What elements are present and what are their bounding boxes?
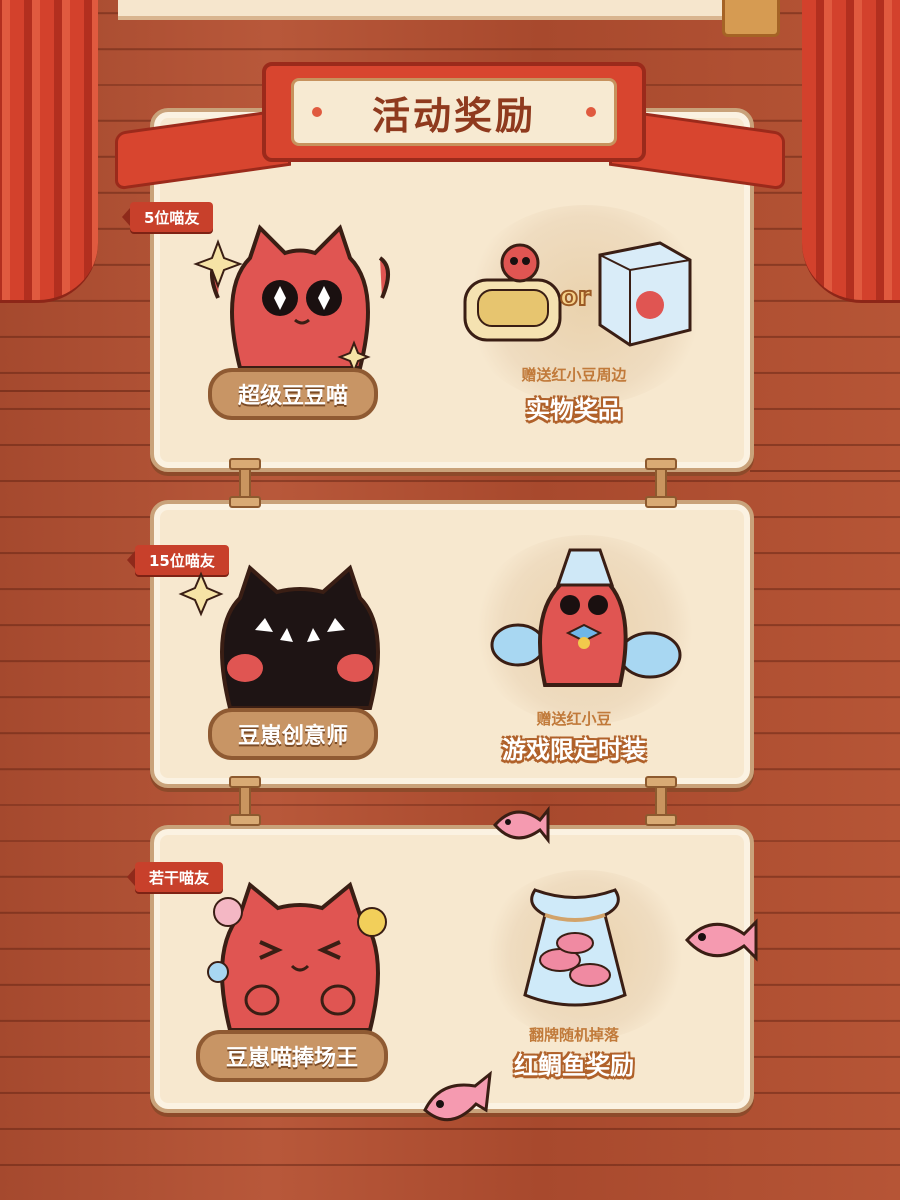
curtain-right: [802, 0, 900, 303]
character-label: 豆崽创意师: [208, 708, 379, 760]
panel-connector: [642, 458, 677, 508]
panel-connector: [226, 776, 261, 826]
creator-cat-illustration: [178, 564, 380, 710]
page-title: 活动奖励: [371, 93, 536, 138]
reward-title: 实物奖品: [526, 396, 622, 424]
crate-decoration: [722, 0, 780, 37]
red-snapper-bag-illustration: [523, 888, 627, 1007]
limited-costume-illustration: [490, 548, 682, 687]
physical-prize-illustration: or: [463, 241, 692, 347]
reward-subtitle: 赠送红小豆周边: [521, 366, 627, 384]
panel-connector: [642, 776, 677, 826]
character-label: 超级豆豆喵: [208, 368, 379, 420]
reward-subtitle: 翻牌随机掉落: [528, 1026, 619, 1044]
character-label: 豆崽喵捧场王: [196, 1030, 389, 1082]
floor-plank-seam: [0, 390, 150, 392]
reward-subtitle: 赠送红小豆: [536, 710, 612, 728]
floor-plank-seam: [750, 470, 900, 472]
cheer-king-cat-illustration: [207, 881, 387, 1032]
super-doudou-cat-illustration: [193, 224, 390, 374]
fish-icon: [493, 805, 550, 845]
banner-dot: [312, 107, 322, 117]
or-text: or: [560, 282, 591, 312]
fish-icon: [684, 918, 758, 962]
panel-connector: [226, 458, 261, 508]
banner-dot: [586, 107, 596, 117]
title-banner: 活动奖励: [262, 62, 646, 162]
reward-title: 游戏限定时装: [502, 736, 646, 764]
curtain-left: [0, 0, 98, 303]
stage-edge: [118, 0, 738, 20]
fish-icon: [423, 1070, 492, 1122]
